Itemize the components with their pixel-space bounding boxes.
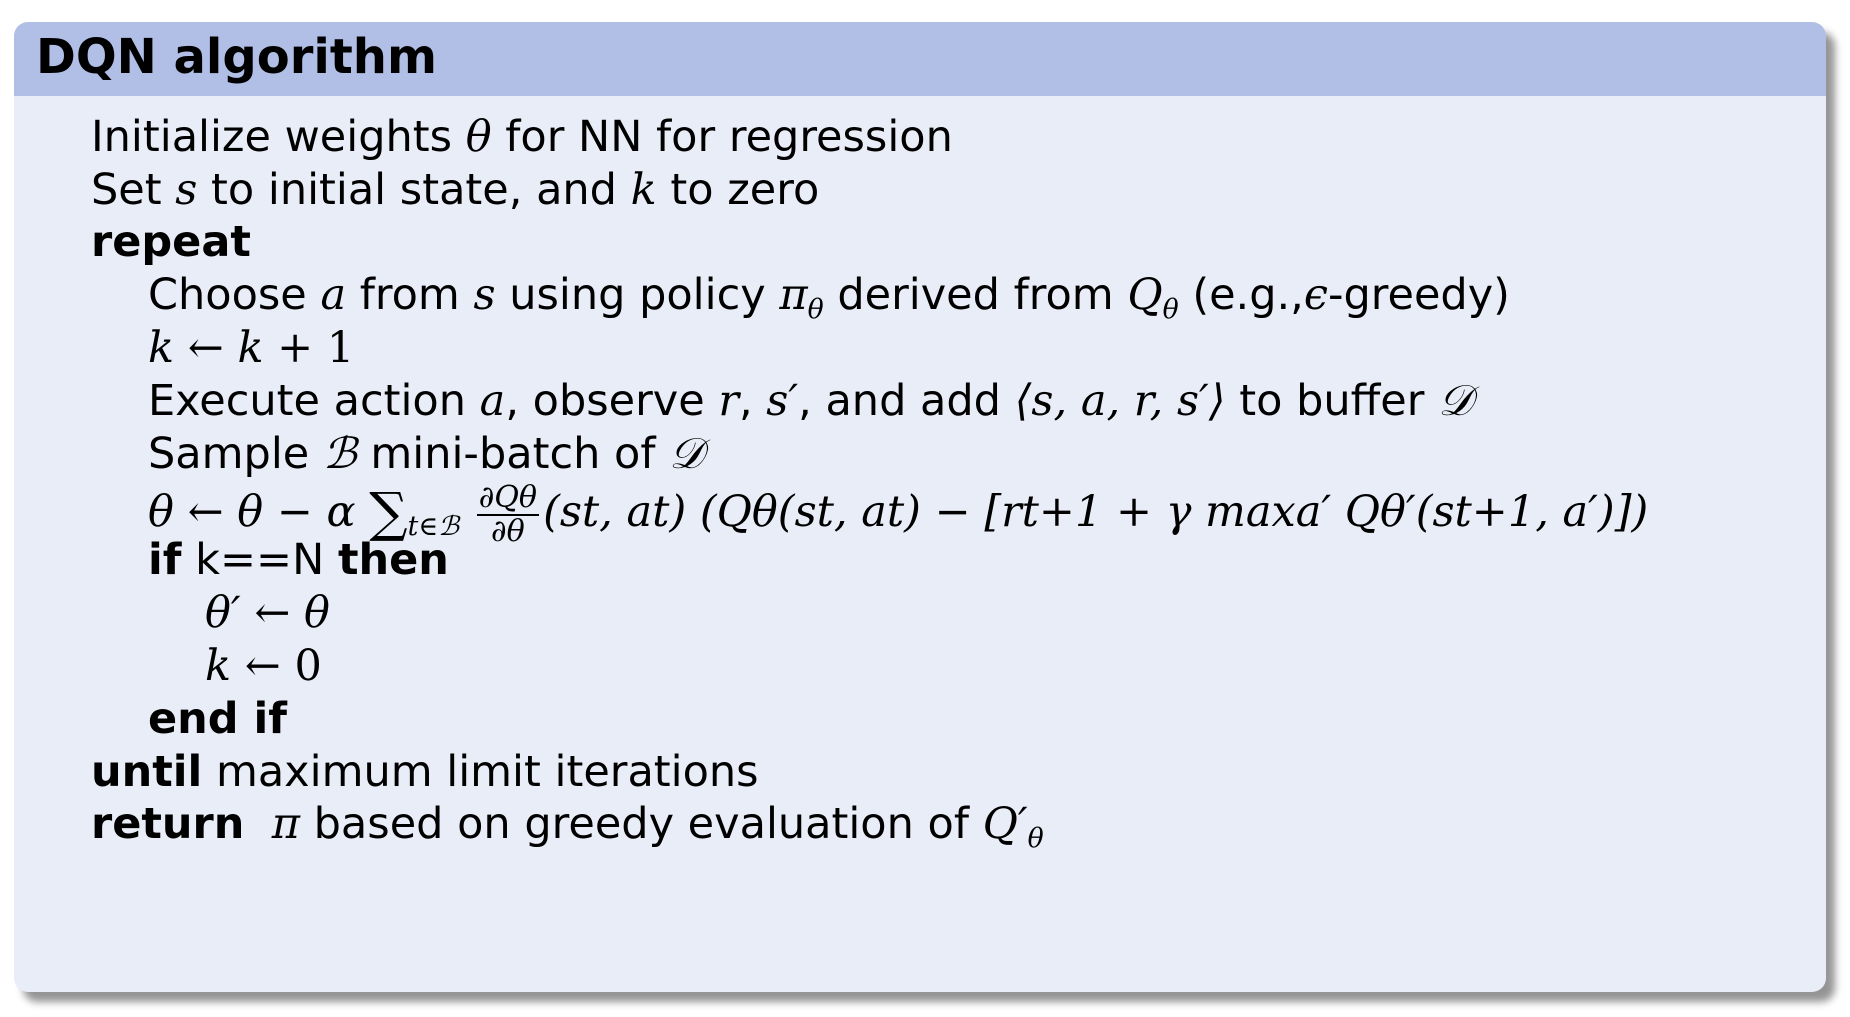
line-repeat: repeat [91,217,251,267]
line-initialize: Initialize weights θ for NN for regressi… [91,112,953,162]
block-title: DQN algorithm [36,29,437,85]
line-set-state: Set s to initial state, and k to zero [91,165,820,215]
algorithm-body: Initialize weights θ for NN for regressi… [14,96,1826,992]
line-if-condition: if k==N then [148,535,449,585]
line-choose-action: Choose a from s using policy πθ derived … [148,270,1510,326]
line-end-if: end if [148,694,287,744]
block-header: DQN algorithm [14,22,1826,96]
line-increment-k: k ← k + 1 [148,323,355,373]
line-sample-minibatch: Sample ℬ mini-batch of 𝒟 [148,429,704,479]
line-update-target: θ′ ← θ [205,588,330,638]
line-until: until maximum limit iterations [91,747,759,797]
line-execute-action: Execute action a, observe r, s′, and add… [148,376,1473,426]
partial-derivative-fraction: ∂Qθ ∂θ [476,480,540,549]
algorithm-block: DQN algorithm Initialize weights θ for N… [14,22,1826,992]
line-reset-k: k ← 0 [205,641,322,691]
line-return: return π based on greedy evaluation of Q… [91,799,1044,855]
